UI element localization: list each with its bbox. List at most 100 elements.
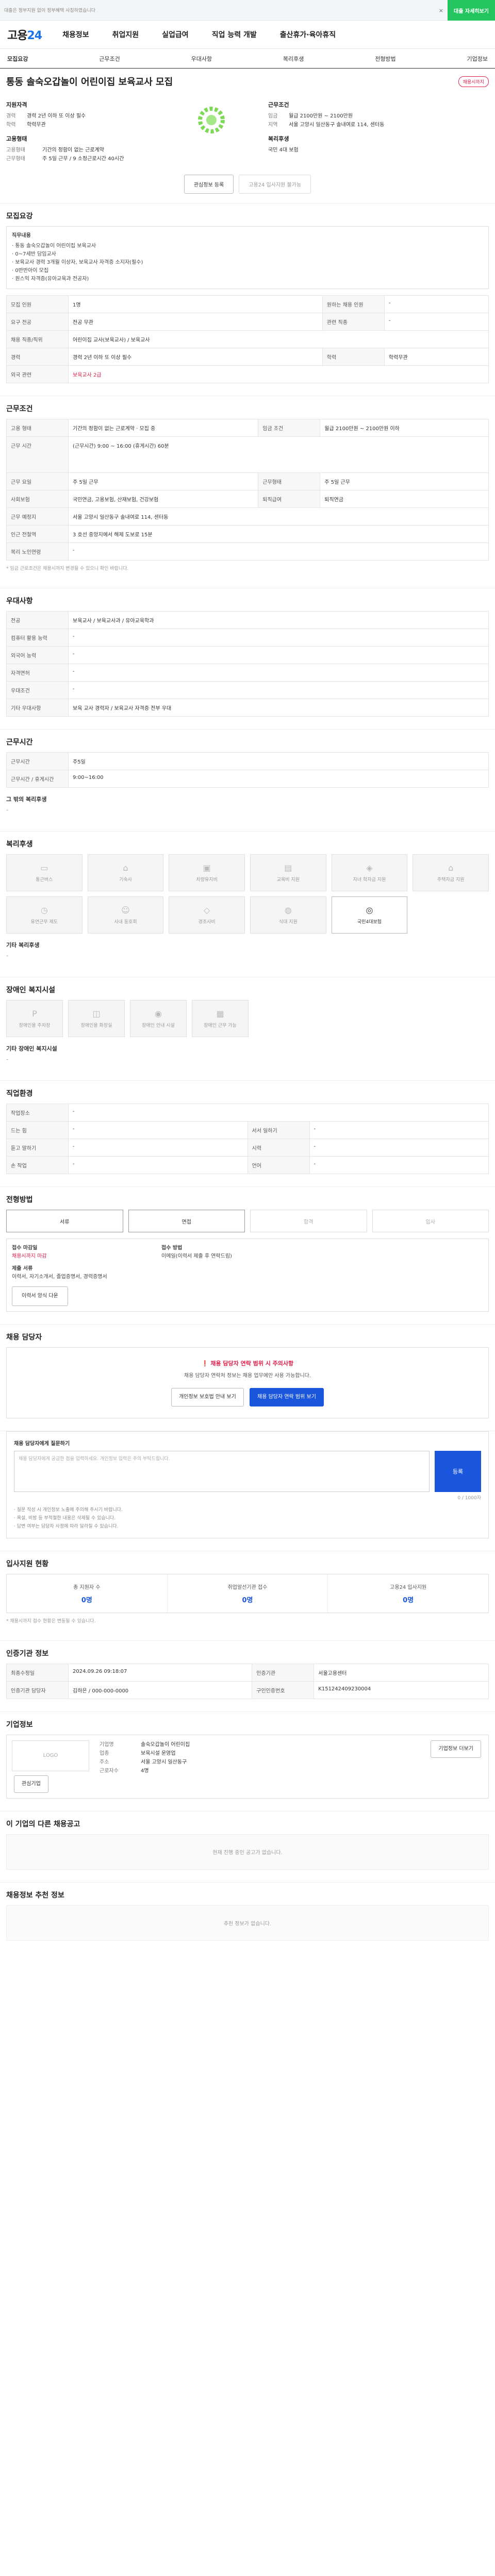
section-title: 복리후생 <box>6 840 33 849</box>
nav-item[interactable]: 취업지원 <box>112 29 139 40</box>
toilet-icon: ◫ <box>92 1009 101 1019</box>
section-title: 모집요강 <box>6 212 33 221</box>
welfare-label: 복리후생 <box>268 135 289 142</box>
cap-icon: ◈ <box>366 863 373 873</box>
welfare-tile: ◷ 유연근무 제도 <box>6 896 82 934</box>
section-environment: 직업환경 작업장소 - 드는 힘 - 서서 일하기 - 듣고 말하기 - 시력 - 손 작업 -… <box>0 1080 495 1174</box>
parking-icon: P <box>32 1009 37 1019</box>
empty-state: 현재 진행 중인 공고가 없습니다. <box>6 1834 489 1870</box>
section-tabs: 모집요강 근무조건 우대사항 복리후생 전형방법 기업정보 <box>0 49 495 69</box>
welfare-tile: ◇ 경조사비 <box>169 896 245 934</box>
step-item: 입사 <box>372 1210 489 1232</box>
welfare-tile: ◍ 식대 지원 <box>250 896 326 934</box>
section-other-jobs: 이 기업의 다른 채용공고 현재 진행 중인 공고가 없습니다. <box>0 1811 495 1870</box>
tab-welfare[interactable]: 복리후생 <box>283 55 304 63</box>
contact-warning: ❗ 채용 담당자 연락 범위 시 주의사항 채용 담당자 연락처 정보는 채용 … <box>6 1347 489 1418</box>
section-agency: 인증기관 정보 최종수정일 2024.09.26 09:18:07 인증기관 서울고용… <box>0 1640 495 1699</box>
nav-item[interactable]: 직업 능력 개발 <box>212 29 257 40</box>
section-preference: 우대사항 전공 보육교사 / 보육교사과 / 유아교육학과 컴퓨터 활용 능력 - … <box>0 588 495 717</box>
privacy-guide-button[interactable]: 개인정보 보호법 안내 보기 <box>171 1388 244 1406</box>
job-header: 통동 솔숙오갑놀이 어린이집 보육교사 모집 채용시까지 지원자격 경력 경력 2년… <box>0 69 495 163</box>
section-question: 채용 담당자에게 질문하기 채용 담당자에게 궁금한 점을 입력하세요. 개인정… <box>0 1431 495 1538</box>
job-description: 직무내용 · 통동 솔숙오갑놀이 어린이집 보육교사 · 0~7세반 담임교사 · … <box>6 226 489 289</box>
section-title: 전형방법 <box>6 1196 33 1204</box>
clock-icon: ◷ <box>40 905 48 915</box>
guide-icon: ◉ <box>155 1009 162 1019</box>
nav-item[interactable]: 실업급여 <box>162 29 189 40</box>
stat-item: 고용24 입사지원 0명 <box>390 1585 427 1604</box>
welfare-grid: ▭ 통근버스 ⌂ 기숙사 ▣ 차량유지비 ▤ 교육비 지원 ◈ 자녀 학자금 지원 ⌂ 주택… <box>6 854 489 934</box>
section-title: 채용 담당자 <box>6 1333 42 1342</box>
section-title: 기업정보 <box>6 1721 33 1729</box>
tab-preference[interactable]: 우대사항 <box>191 55 212 63</box>
shield-icon: ◎ <box>366 905 373 915</box>
section-title: 장애인 복지시설 <box>6 986 56 994</box>
section-recommend: 채용정보 추천 정보 추천 정보가 없습니다. <box>0 1882 495 1956</box>
gift-icon: ◇ <box>204 905 210 915</box>
process-detail: 접수 마감일 채용시까지 마감 제출 서류 이력서, 자기소개서, 졸업증명서,… <box>6 1239 489 1312</box>
site-logo[interactable]: 고용24 <box>7 26 42 43</box>
cond-label: 근무조건 <box>268 101 289 108</box>
section-title: 우대사항 <box>6 597 33 605</box>
section-title: 인증기관 정보 <box>6 1650 49 1658</box>
company-logo-icon <box>198 107 225 133</box>
section-recruit: 모집요강 직무내용 · 통동 솔숙오갑놀이 어린이집 보육교사 · 0~7세반 담… <box>0 203 495 383</box>
process-steps: 서류 면접 합격 입사 <box>6 1210 489 1232</box>
conditions-note: * 임금 근로조건은 채용시까지 변경될 수 있으니 확인 바랍니다. <box>6 566 129 571</box>
step-item: 서류 <box>6 1210 123 1232</box>
step-item: 면접 <box>128 1210 245 1232</box>
global-nav: 고용24 채용정보 취업지원 실업급여 직업 능력 개발 출산휴가·육아휴직 <box>0 21 495 49</box>
welfare-tile: ◈ 자녀 학자금 지원 <box>331 854 408 891</box>
promo-text: 대출은 정부지원 없이 정부혜택 사칭하였습니다 <box>4 8 96 13</box>
facility-tile: ▦ 장애인 근무 가능 <box>192 1000 249 1037</box>
type-label: 고용형태 <box>6 135 27 142</box>
welfare-tile: ▭ 통근버스 <box>6 854 82 891</box>
environment-table: 작업장소 - 드는 힘 - 서서 일하기 - 듣고 말하기 - 시력 - 손 작업 - 언어 - <box>6 1104 489 1174</box>
section-title: 채용정보 추천 정보 <box>6 1891 64 1900</box>
page-title: 통동 솔숙오갑놀이 어린이집 보육교사 모집 채용시까지 <box>6 75 489 88</box>
section-disabled-facility: 장애인 복지시설 P 장애인용 주차장 ◫ 장애인용 화장실 ◉ 장애인 안내 시설 … <box>0 977 495 1068</box>
contact-view-button[interactable]: 채용 담당자 연락 범위 보기 <box>250 1388 324 1406</box>
agency-table: 최종수정일 2024.09.26 09:18:07 인증기관 서울고용센터 인증기관 … <box>6 1664 489 1699</box>
tab-company[interactable]: 기업정보 <box>467 55 487 63</box>
question-input[interactable]: 채용 담당자에게 궁금한 점을 입력하세요. 개인정보 입력은 주의 부탁드립니… <box>14 1451 430 1492</box>
promo-bar: 대출은 정부지원 없이 정부혜택 사칭하였습니다 × 대출 자세히보기 <box>0 0 495 21</box>
nav-item[interactable]: 채용정보 <box>62 29 89 40</box>
welfare-tile: ⌂ 주택자금 지원 <box>412 854 489 891</box>
preference-table: 전공 보육교사 / 보육교사과 / 유아교육학과 컴퓨터 활용 능력 - 외국어 능… <box>6 611 489 717</box>
tab-recruit[interactable]: 모집요강 <box>7 55 28 63</box>
apply-button[interactable]: 고용24 입사지원 불가능 <box>239 175 311 194</box>
dorm-icon: ⌂ <box>123 863 128 873</box>
nav-item[interactable]: 출산휴가·육아휴직 <box>280 29 336 40</box>
section-title: 입사지원 현황 <box>6 1560 49 1568</box>
section-title: 이 기업의 다른 채용공고 <box>6 1820 80 1828</box>
conditions-table: 고용 형태 기간의 정함이 없는 근로계약 · 모집 중 임금 조건 월급 2100만… <box>6 419 489 561</box>
promo-cta-button[interactable]: 대출 자세히보기 <box>448 0 495 21</box>
facility-tile: ◫ 장애인용 화장실 <box>68 1000 125 1037</box>
section-welfare: 복리후생 ▭ 통근버스 ⌂ 기숙사 ▣ 차량유지비 ▤ 교육비 지원 ◈ 자녀 학자금 지… <box>0 831 495 964</box>
house-icon: ⌂ <box>448 863 454 873</box>
welfare-tile: ▤ 교육비 지원 <box>250 854 326 891</box>
welfare-tile: ⌂ 기숙사 <box>87 854 164 891</box>
section-conditions: 근무조건 고용 형태 기간의 정함이 없는 근로계약 · 모집 중 임금 조건 월급 … <box>0 396 495 575</box>
section-title: 근무시간 <box>6 738 33 747</box>
car-icon: ▣ <box>203 863 211 873</box>
section-contact: 채용 담당자 ❗ 채용 담당자 연락 범위 시 주의사항 채용 담당자 연락처 … <box>0 1324 495 1418</box>
tab-process[interactable]: 전형방법 <box>375 55 395 63</box>
question-submit-button[interactable]: 등록 <box>435 1451 481 1492</box>
welfare-tile: ☺ 사내 동호회 <box>87 896 164 934</box>
book-icon: ▤ <box>284 863 292 873</box>
meal-icon: ◍ <box>284 905 292 915</box>
favorite-company-button[interactable]: 관심기업 <box>14 1775 48 1793</box>
company-more-button[interactable]: 기업정보 더보기 <box>431 1740 481 1758</box>
company-logo: LOGO <box>12 1740 89 1771</box>
section-title: 근무조건 <box>6 405 33 413</box>
work-icon: ▦ <box>216 1009 224 1019</box>
step-item: 합격 <box>250 1210 367 1232</box>
download-form-button[interactable]: 이력서 양식 다운 <box>12 1286 68 1306</box>
people-icon: ☺ <box>121 905 130 915</box>
close-icon[interactable]: × <box>439 7 443 14</box>
tab-conditions[interactable]: 근무조건 <box>99 55 120 63</box>
scrap-button[interactable]: 관심정보 등록 <box>184 175 234 194</box>
question-title: 채용 담당자에게 질문하기 <box>14 1441 70 1447</box>
